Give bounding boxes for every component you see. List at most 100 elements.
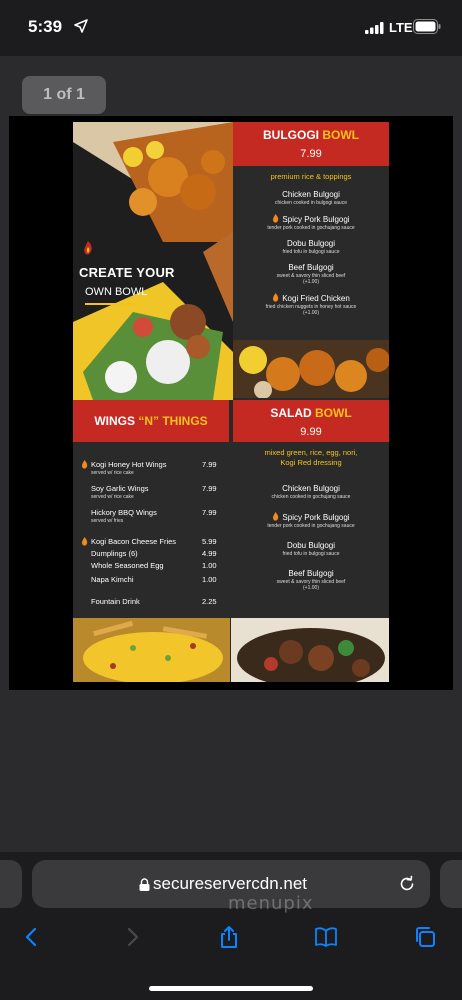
- salad-subtitle-line-2: Kogi Red dressing: [280, 458, 342, 467]
- home-indicator[interactable]: [149, 986, 313, 991]
- item-name: Chicken Bulgogi: [282, 484, 340, 493]
- menupix-watermark: menupix: [228, 893, 314, 914]
- things-title-word: THINGS: [162, 414, 208, 428]
- flame-icon: [81, 537, 88, 546]
- wings-list: Kogi Honey Hot Wings 7.99 served w/ rice…: [73, 442, 229, 618]
- document-page[interactable]: CREATE YOUR OWN BOWL BULGOGI BOWL 7.99 p…: [9, 116, 453, 690]
- item-price: 2.25: [202, 597, 217, 606]
- item-name: Kogi Honey Hot Wings: [91, 460, 167, 469]
- bulgogi-bowl-banner: BULGOGI BOWL 7.99: [233, 122, 389, 166]
- flame-icon: [81, 460, 88, 469]
- item-name: Beef Bulgogi: [288, 263, 334, 272]
- forward-icon[interactable]: [120, 925, 144, 949]
- heading-underline: [85, 303, 139, 305]
- salad-title-word: SALAD: [270, 406, 312, 420]
- share-icon[interactable]: [217, 925, 241, 949]
- create-your-heading: CREATE YOUR: [79, 265, 175, 280]
- fried-chicken-photo: [233, 340, 389, 398]
- menu-item: Beef Bulgogi sweet & savory thin sliced …: [233, 569, 389, 591]
- flame-icon: [273, 293, 279, 302]
- item-description: chicken cooked in bulgogi sauce: [275, 200, 347, 206]
- item-name: Dobu Bulgogi: [286, 541, 336, 550]
- tabs-icon[interactable]: [413, 925, 437, 949]
- menu-item: Spicy Pork Bulgogi tender pork cooked in…: [233, 512, 389, 529]
- item-description: served w/ rice cake: [91, 494, 134, 500]
- salad-bowl-price: 9.99: [300, 426, 322, 438]
- wings-title-word: WINGS: [94, 414, 135, 428]
- clock: 5:39: [28, 17, 63, 36]
- item-description: chicken cooked in gochujang sauce: [271, 494, 351, 500]
- item-description: tender pork cooked in gochujang sauce: [267, 225, 355, 231]
- item-name: Kogi Fried Chicken: [282, 294, 350, 303]
- flame-icon: [273, 214, 279, 223]
- location-arrow-icon: [74, 19, 88, 33]
- bulgogi-bowl-price: 7.99: [300, 148, 322, 160]
- page-indicator: 1 of 1: [22, 76, 106, 114]
- item-price: 4.99: [202, 549, 217, 558]
- item-name: Beef Bulgogi: [288, 569, 334, 578]
- item-name-row: Spicy Pork Bulgogi: [233, 512, 389, 523]
- item-description: served w/ rice cake: [91, 470, 134, 476]
- item-name: Dumplings (6): [91, 549, 138, 558]
- item-surcharge: (+1.00): [303, 310, 319, 316]
- cheese-fries-photo: [73, 618, 230, 682]
- item-price: 5.99: [202, 537, 217, 546]
- item-description: fried tofu in bulgogi sauce: [282, 249, 340, 255]
- flame-icon: [273, 512, 279, 521]
- n-title-word: “N”: [138, 414, 159, 428]
- menu-item: Dobu Bulgogi fried tofu in bulgogi sauce: [233, 541, 389, 557]
- item-name: Fountain Drink: [91, 597, 140, 606]
- item-name: Soy Garlic Wings: [91, 484, 149, 493]
- item-description: served w/ fries: [91, 518, 124, 524]
- item-surcharge: (+1.00): [303, 279, 319, 285]
- menu-item: Spicy Pork Bulgogi tender pork cooked in…: [233, 214, 389, 231]
- item-description: tender pork cooked in gochujang sauce: [267, 523, 355, 529]
- item-name-row: Kogi Fried Chicken: [233, 293, 389, 304]
- menu-item: Beef Bulgogi sweet & savory thin sliced …: [233, 263, 389, 285]
- bulgogi-bowl-list: premium rice & toppings Chicken Bulgogi …: [233, 166, 389, 340]
- item-name: Chicken Bulgogi: [282, 190, 340, 199]
- next-tab-preview[interactable]: [440, 860, 462, 908]
- item-name: Dobu Bulgogi: [286, 239, 336, 248]
- item-price: 7.99: [202, 484, 217, 493]
- item-name: Hickory BBQ Wings: [91, 508, 157, 517]
- bowl-title-word: BOWL: [315, 406, 352, 420]
- lock-icon: [139, 878, 150, 891]
- cellular-signal-icon: [365, 22, 384, 34]
- document-viewer[interactable]: 1 of 1 CREATE YOUR OWN BOWL BULGOGI BOWL…: [0, 56, 462, 852]
- back-icon[interactable]: [20, 925, 44, 949]
- item-name: Whole Seasoned Egg: [91, 561, 164, 570]
- bulgogi-bowl-title: BULGOGI BOWL: [233, 122, 389, 142]
- reload-icon[interactable]: [398, 875, 416, 893]
- item-name: Napa Kimchi: [91, 575, 134, 584]
- battery-icon: [413, 19, 441, 34]
- status-bar: 5:39 LTE: [0, 0, 462, 56]
- previous-tab-preview[interactable]: [0, 860, 22, 908]
- salad-subtitle: mixed green, rice, egg, nori, Kogi Red d…: [233, 448, 389, 468]
- salad-bowl-banner: SALAD BOWL 9.99: [233, 400, 389, 442]
- item-name-row: Spicy Pork Bulgogi: [233, 214, 389, 225]
- bulgogi-subtitle: premium rice & toppings: [270, 172, 352, 181]
- wings-n-things-banner: WINGS “N” THINGS: [73, 400, 229, 442]
- salad-subtitle-line-1: mixed green, rice, egg, nori,: [264, 448, 358, 457]
- menu-item: Chicken Bulgogi chicken cooked in bulgog…: [233, 190, 389, 206]
- salad-bowl-list: mixed green, rice, egg, nori, Kogi Red d…: [233, 442, 389, 618]
- item-price: 7.99: [202, 508, 217, 517]
- item-price: 7.99: [202, 460, 217, 469]
- wings-title: WINGS “N” THINGS: [73, 400, 229, 428]
- url-text: secureservercdn.net: [153, 874, 308, 893]
- bookmarks-icon[interactable]: [314, 925, 338, 949]
- item-price: 1.00: [202, 575, 217, 584]
- kogi-logo-icon: [84, 241, 92, 255]
- menu-image: CREATE YOUR OWN BOWL BULGOGI BOWL 7.99 p…: [73, 122, 389, 682]
- item-name: Kogi Bacon Cheese Fries: [91, 537, 177, 546]
- salad-bowl-photo: [231, 618, 389, 682]
- own-bowl-heading: OWN BOWL: [85, 286, 148, 298]
- bulgogi-title-word: BULGOGI: [263, 128, 319, 142]
- item-surcharge: (+1.00): [303, 585, 319, 591]
- item-description: fried tofu in bulgogi sauce: [282, 551, 340, 557]
- menu-item: Kogi Fried Chicken fried chicken nuggets…: [233, 293, 389, 316]
- item-name: Spicy Pork Bulgogi: [282, 513, 350, 522]
- network-type: LTE: [389, 20, 413, 35]
- menu-item: Chicken Bulgogi chicken cooked in gochuj…: [233, 484, 389, 500]
